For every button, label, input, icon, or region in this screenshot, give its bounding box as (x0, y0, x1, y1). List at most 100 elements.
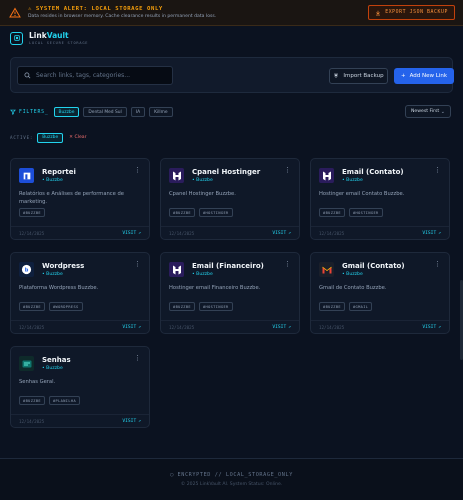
visit-link[interactable]: VISIT ↗ (272, 325, 291, 330)
card-footer: 12/14/2025 VISIT ↗ (311, 226, 449, 239)
import-backup-button[interactable]: Import Backup (329, 68, 388, 84)
hostinger-icon (319, 168, 334, 183)
download-icon (376, 10, 381, 15)
hostinger-icon (169, 168, 184, 183)
card-description: Senhas Geral. (19, 379, 56, 385)
link-card[interactable]: Senhas • Buzzbe ⋮ Senhas Geral. #BUZZBE #… (10, 346, 150, 428)
card-tag[interactable]: #HOSTINGER (198, 302, 233, 311)
filter-bar: FILTERS_ Buzzbe Dental Med Sul IA Killme (10, 107, 177, 117)
card-category: • Buzzbe (342, 272, 363, 277)
svg-text:b: b (25, 267, 29, 273)
visit-link[interactable]: VISIT ↗ (422, 325, 441, 330)
link-card[interactable]: Cpanel Hostinger • Buzzbe ⋮ Cpanel Hosti… (160, 158, 300, 240)
add-new-link-button[interactable]: + Add New Link (394, 68, 454, 84)
card-description: Gmail de Contato Buzzbe. (319, 285, 387, 291)
export-json-button[interactable]: EXPORT JSON BACKUP (368, 5, 455, 20)
clear-filter-button[interactable]: ✕ Clear (69, 135, 86, 140)
card-date: 12/14/2025 (169, 230, 195, 236)
more-menu-icon[interactable]: ⋮ (434, 167, 441, 174)
link-card[interactable]: Email (Contato) • Buzzbe ⋮ Hostinger ema… (310, 158, 450, 240)
visit-link[interactable]: VISIT ↗ (422, 231, 441, 236)
alert-title: ⚠ SYSTEM ALERT: LOCAL STORAGE ONLY (28, 6, 163, 12)
card-tag[interactable]: #BUZZBE (19, 396, 45, 405)
more-menu-icon[interactable]: ⋮ (134, 355, 141, 362)
visit-link[interactable]: VISIT ↗ (122, 231, 141, 236)
warning-icon (8, 6, 22, 20)
card-title: Reportei (42, 168, 76, 176)
more-menu-icon[interactable]: ⋮ (284, 167, 291, 174)
card-category: • Buzzbe (192, 272, 213, 277)
search-box[interactable] (17, 66, 173, 85)
external-link-icon: ↗ (288, 230, 291, 236)
search-input[interactable] (36, 72, 166, 79)
card-tag[interactable]: #HOSTINGER (348, 208, 383, 217)
lock-icon: ◯ (170, 472, 178, 478)
card-tags: #BUZZBE #HOSTINGER (319, 208, 383, 217)
buzzbe-icon: b (19, 262, 34, 277)
footer-status: ◯ ENCRYPTED // LOCAL_STORAGE_ONLY (170, 472, 293, 478)
card-tag[interactable]: #HOSTINGER (198, 208, 233, 217)
card-description: Hostinger email Contato Buzzbe. (319, 191, 405, 197)
card-tags: #BUZZBE (19, 208, 45, 217)
scrollbar[interactable] (459, 50, 463, 458)
brand-subtitle: LOCAL SECURE STORAGE (29, 41, 89, 45)
card-description: Hostinger email Financeiro Buzzbe. (169, 285, 261, 291)
visit-link[interactable]: VISIT ↗ (272, 231, 291, 236)
filter-chip-ia[interactable]: IA (130, 107, 146, 117)
page-footer: ◯ ENCRYPTED // LOCAL_STORAGE_ONLY © 2025… (0, 458, 463, 500)
hostinger-icon (169, 262, 184, 277)
external-link-icon: ↗ (138, 418, 141, 424)
card-tag[interactable]: #GMAIL (348, 302, 373, 311)
card-title: Senhas (42, 356, 71, 364)
card-category: • Buzzbe (42, 366, 63, 371)
card-title: Cpanel Hostinger (192, 168, 261, 176)
more-menu-icon[interactable]: ⋮ (284, 261, 291, 268)
logo-icon (10, 31, 23, 45)
card-tag[interactable]: #BUZZBE (169, 208, 195, 217)
link-card[interactable]: b Wordpress • Buzzbe ⋮ Plataforma Wordpr… (10, 252, 150, 334)
card-date: 12/14/2025 (19, 418, 45, 424)
card-date: 12/14/2025 (319, 324, 345, 330)
card-tag[interactable]: #BUZZBE (19, 208, 45, 217)
import-backup-label: Import Backup (343, 73, 384, 79)
card-tag[interactable]: #BUZZBE (319, 302, 345, 311)
filter-chip-buzzbe[interactable]: Buzzbe (53, 107, 80, 117)
filter-icon (10, 109, 16, 115)
card-tag[interactable]: #WORDPRESS (48, 302, 83, 311)
card-footer: 12/14/2025 VISIT ↗ (311, 320, 449, 333)
card-title: Wordpress (42, 262, 85, 270)
visit-link[interactable]: VISIT ↗ (122, 325, 141, 330)
link-card[interactable]: Gmail (Contato) • Buzzbe ⋮ Gmail de Cont… (310, 252, 450, 334)
sort-select[interactable]: Newest First ⌄ (405, 105, 451, 118)
more-menu-icon[interactable]: ⋮ (134, 167, 141, 174)
card-tags: #BUZZBE #HOSTINGER (169, 208, 233, 217)
card-footer: 12/14/2025 VISIT ↗ (161, 226, 299, 239)
plus-icon: + (400, 73, 406, 79)
link-card[interactable]: Email (Financeiro) • Buzzbe ⋮ Hostinger … (160, 252, 300, 334)
external-link-icon: ↗ (138, 230, 141, 236)
search-icon (24, 72, 31, 79)
card-tag[interactable]: #PLANILHA (48, 396, 81, 405)
filter-chip-killme[interactable]: Killme (149, 107, 173, 117)
search-panel: Import Backup + Add New Link (10, 57, 454, 93)
system-alert-bar: ⚠ SYSTEM ALERT: LOCAL STORAGE ONLY Data … (0, 0, 463, 26)
more-menu-icon[interactable]: ⋮ (134, 261, 141, 268)
card-tag[interactable]: #BUZZBE (19, 302, 45, 311)
more-menu-icon[interactable]: ⋮ (434, 261, 441, 268)
gmail-icon (319, 262, 334, 277)
card-category: • Buzzbe (192, 178, 213, 183)
card-tags: #BUZZBE #GMAIL (319, 302, 373, 311)
link-card[interactable]: Reportei • Buzzbe ⋮ Relatórios e Análise… (10, 158, 150, 240)
card-description: Plataforma Wordpress Buzzbe. (19, 285, 99, 291)
filter-chip-dental-med-sul[interactable]: Dental Med Sul (83, 107, 127, 117)
card-footer: 12/14/2025 VISIT ↗ (161, 320, 299, 333)
sort-select-value: Newest First (411, 109, 440, 114)
card-footer: 12/14/2025 VISIT ↗ (11, 226, 149, 239)
card-tag[interactable]: #BUZZBE (169, 302, 195, 311)
alert-subtitle: Data resides in browser memory. Cache cl… (28, 14, 217, 19)
active-filter-chip: Buzzbe (37, 132, 64, 143)
visit-link[interactable]: VISIT ↗ (122, 419, 141, 424)
export-json-label: EXPORT JSON BACKUP (385, 10, 448, 15)
card-footer: 12/14/2025 VISIT ↗ (11, 320, 149, 333)
card-tag[interactable]: #BUZZBE (319, 208, 345, 217)
